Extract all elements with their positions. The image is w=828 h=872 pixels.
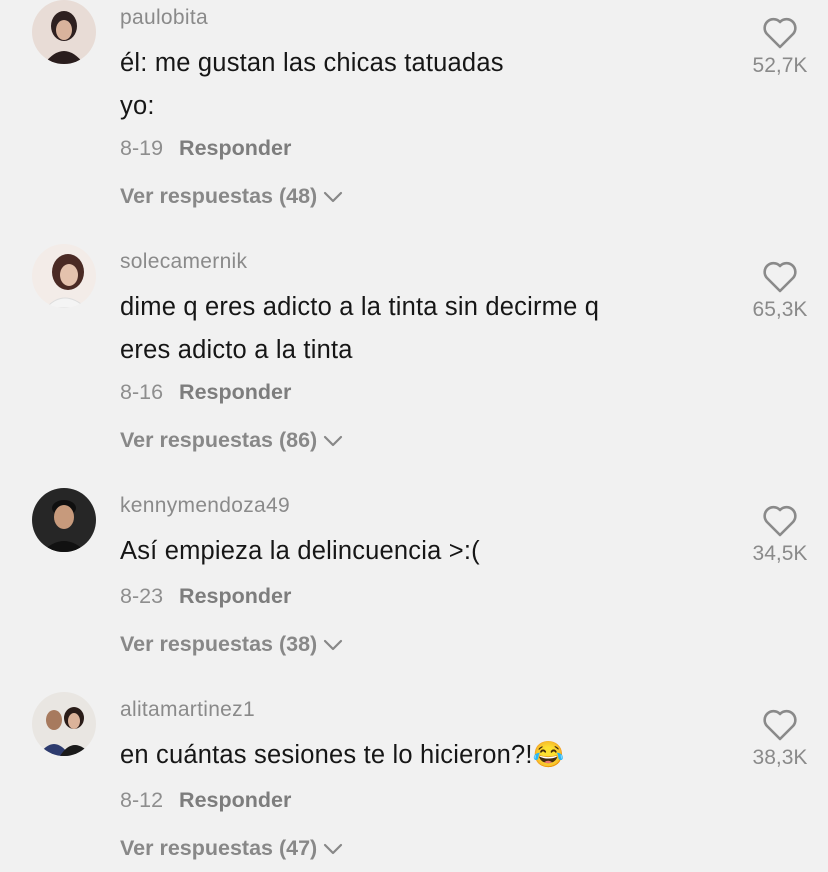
avatar[interactable] bbox=[32, 0, 96, 64]
avatar[interactable] bbox=[32, 244, 96, 308]
view-replies-label: Ver respuestas (47) bbox=[120, 836, 318, 860]
chevron-down-icon bbox=[324, 639, 343, 650]
comment-date: 8-16 bbox=[120, 380, 164, 404]
view-replies-button[interactable]: Ver respuestas (86) bbox=[120, 428, 343, 453]
view-replies-button[interactable]: Ver respuestas (47) bbox=[120, 836, 343, 861]
view-replies-button[interactable]: Ver respuestas (48) bbox=[120, 184, 343, 209]
like-block: 52,7K bbox=[740, 16, 820, 78]
comment-username[interactable]: paulobita bbox=[120, 6, 208, 30]
comment-text-line: en cuántas sesiones te lo hicieron?!😂 bbox=[120, 741, 565, 769]
chevron-down-icon bbox=[324, 191, 343, 202]
chevron-down-icon bbox=[324, 435, 343, 446]
heart-icon[interactable] bbox=[762, 708, 798, 742]
comment-date: 8-12 bbox=[120, 788, 164, 812]
reply-button[interactable]: Responder bbox=[179, 136, 291, 160]
comment-text-line: él: me gustan las chicas tatuadas bbox=[120, 49, 504, 77]
chevron-down-icon bbox=[324, 843, 343, 854]
view-replies-label: Ver respuestas (38) bbox=[120, 632, 318, 656]
comment-text: Así empieza la delincuencia >:( bbox=[120, 530, 700, 573]
comment-meta: 8-23 Responder bbox=[120, 584, 291, 609]
comment-text-line: eres adicto a la tinta bbox=[120, 336, 353, 364]
comment-username[interactable]: alitamartinez1 bbox=[120, 698, 255, 722]
heart-icon[interactable] bbox=[762, 260, 798, 294]
reply-button[interactable]: Responder bbox=[179, 584, 291, 608]
comment-date: 8-19 bbox=[120, 136, 164, 160]
avatar[interactable] bbox=[32, 692, 96, 756]
comment-text-line: Así empieza la delincuencia >:( bbox=[120, 537, 480, 565]
like-count: 52,7K bbox=[752, 54, 808, 77]
like-count: 34,5K bbox=[752, 542, 808, 565]
comment-meta: 8-19 Responder bbox=[120, 136, 291, 161]
comment-meta: 8-12 Responder bbox=[120, 788, 291, 813]
like-count: 38,3K bbox=[752, 746, 808, 769]
avatar[interactable] bbox=[32, 488, 96, 552]
reply-button[interactable]: Responder bbox=[179, 380, 291, 404]
comment-username[interactable]: solecamernik bbox=[120, 250, 247, 274]
comment-date: 8-23 bbox=[120, 584, 164, 608]
like-block: 34,5K bbox=[740, 504, 820, 566]
like-block: 38,3K bbox=[740, 708, 820, 770]
comment-meta: 8-16 Responder bbox=[120, 380, 291, 405]
comment-text-line: dime q eres adicto a la tinta sin decirm… bbox=[120, 293, 600, 321]
reply-button[interactable]: Responder bbox=[179, 788, 291, 812]
view-replies-label: Ver respuestas (86) bbox=[120, 428, 318, 452]
like-count: 65,3K bbox=[752, 298, 808, 321]
heart-icon[interactable] bbox=[762, 504, 798, 538]
view-replies-label: Ver respuestas (48) bbox=[120, 184, 318, 208]
comment-text-line: yo: bbox=[120, 92, 155, 120]
comment-username[interactable]: kennymendoza49 bbox=[120, 494, 290, 518]
view-replies-button[interactable]: Ver respuestas (38) bbox=[120, 632, 343, 657]
comment-text: en cuántas sesiones te lo hicieron?!😂 bbox=[120, 734, 700, 777]
comment-text: él: me gustan las chicas tatuadas yo: bbox=[120, 42, 700, 128]
heart-icon[interactable] bbox=[762, 16, 798, 50]
comment-text: dime q eres adicto a la tinta sin decirm… bbox=[120, 286, 700, 372]
like-block: 65,3K bbox=[740, 260, 820, 322]
